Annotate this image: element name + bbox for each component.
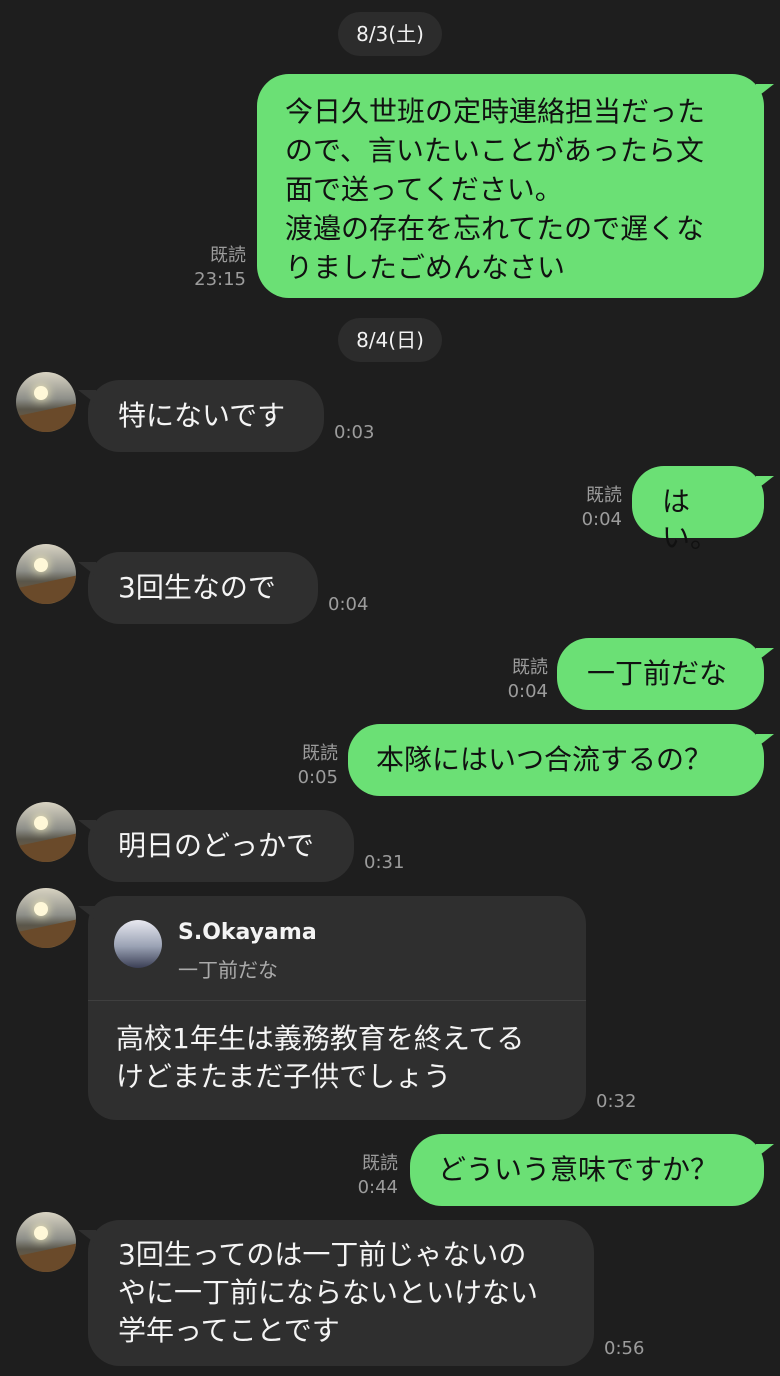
message-text: はい。 bbox=[662, 485, 719, 554]
message-time: 0:05 bbox=[297, 767, 338, 788]
message-line: ので、言いたいことがあったら文 bbox=[285, 134, 704, 167]
message-text: 3回生なので bbox=[118, 571, 276, 604]
message-time: 0:56 bbox=[604, 1338, 645, 1359]
read-receipt: 既読 bbox=[362, 1153, 398, 1174]
contact-avatar[interactable] bbox=[16, 802, 76, 862]
message-bubble-sent[interactable]: 今日久世班の定時連絡担当だった ので、言いたいことがあったら文 面で送ってくださ… bbox=[257, 74, 774, 298]
message-text: 明日のどっかで bbox=[118, 829, 315, 862]
date-separator: 8/3(土) bbox=[338, 12, 442, 56]
message-bubble-received[interactable]: 明日のどっかで bbox=[78, 810, 354, 882]
message-time: 0:04 bbox=[507, 681, 548, 702]
message-text: 特にないです bbox=[118, 399, 286, 432]
read-receipt: 既読 bbox=[302, 743, 338, 764]
message-bubble-received[interactable]: 特にないです bbox=[78, 380, 324, 452]
message-bubble-received[interactable]: 3回生なので bbox=[78, 552, 318, 624]
message-time: 23:15 bbox=[194, 269, 246, 290]
message-text: どういう意味ですか？ bbox=[438, 1153, 719, 1186]
contact-avatar[interactable] bbox=[16, 1212, 76, 1272]
message-text: 高校1年生は義務教育を終えてる けどまたまだ子供でしょう bbox=[116, 1020, 556, 1096]
read-receipt: 既読 bbox=[512, 657, 548, 678]
message-line: 学年ってことです bbox=[118, 1314, 340, 1347]
message-text: 一丁前だな bbox=[587, 657, 728, 690]
message-line: 3回生ってのは一丁前じゃないの bbox=[118, 1238, 527, 1271]
message-time: 0:31 bbox=[364, 852, 405, 873]
message-line: りましたごめんなさい bbox=[285, 251, 566, 284]
read-receipt: 既読 bbox=[586, 485, 622, 506]
message-bubble-sent[interactable]: 一丁前だな bbox=[557, 638, 774, 710]
message-text: 本隊にはいつ合流するの？ bbox=[376, 743, 713, 776]
message-time: 0:04 bbox=[581, 509, 622, 530]
contact-avatar[interactable] bbox=[16, 544, 76, 604]
message-line: けどまたまだ子供でしょう bbox=[116, 1060, 452, 1093]
read-receipt: 既読 bbox=[210, 245, 246, 266]
quoted-user-avatar bbox=[114, 920, 162, 968]
message-time: 0:03 bbox=[334, 422, 375, 443]
quoted-user-name: S.Okayama bbox=[178, 920, 317, 945]
message-time: 0:44 bbox=[357, 1177, 398, 1198]
message-line: 高校1年生は義務教育を終えてる bbox=[116, 1022, 525, 1055]
divider bbox=[88, 1000, 586, 1001]
message-time: 0:32 bbox=[596, 1091, 637, 1112]
message-bubble-sent[interactable]: はい。 bbox=[632, 466, 774, 554]
message-bubble-sent[interactable]: 本隊にはいつ合流するの？ bbox=[348, 724, 774, 796]
message-bubble-received[interactable]: 3回生ってのは一丁前じゃないの やに一丁前にならないといけない 学年ってことです bbox=[78, 1220, 594, 1366]
message-line: やに一丁前にならないといけない bbox=[118, 1276, 539, 1309]
message-line: 渡邉の存在を忘れてたので遅くな bbox=[285, 212, 705, 245]
reply-message-bubble[interactable]: S.Okayama 一丁前だな 高校1年生は義務教育を終えてる けどまたまだ子供… bbox=[78, 896, 586, 1120]
contact-avatar[interactable] bbox=[16, 888, 76, 948]
date-separator: 8/4(日) bbox=[338, 318, 442, 362]
message-time: 0:04 bbox=[328, 594, 369, 615]
message-line: 面で送ってください。 bbox=[285, 173, 563, 206]
message-bubble-sent[interactable]: どういう意味ですか？ bbox=[410, 1134, 774, 1206]
quoted-message-text: 一丁前だな bbox=[178, 958, 278, 982]
contact-avatar[interactable] bbox=[16, 372, 76, 432]
message-line: 今日久世班の定時連絡担当だった bbox=[285, 95, 706, 128]
